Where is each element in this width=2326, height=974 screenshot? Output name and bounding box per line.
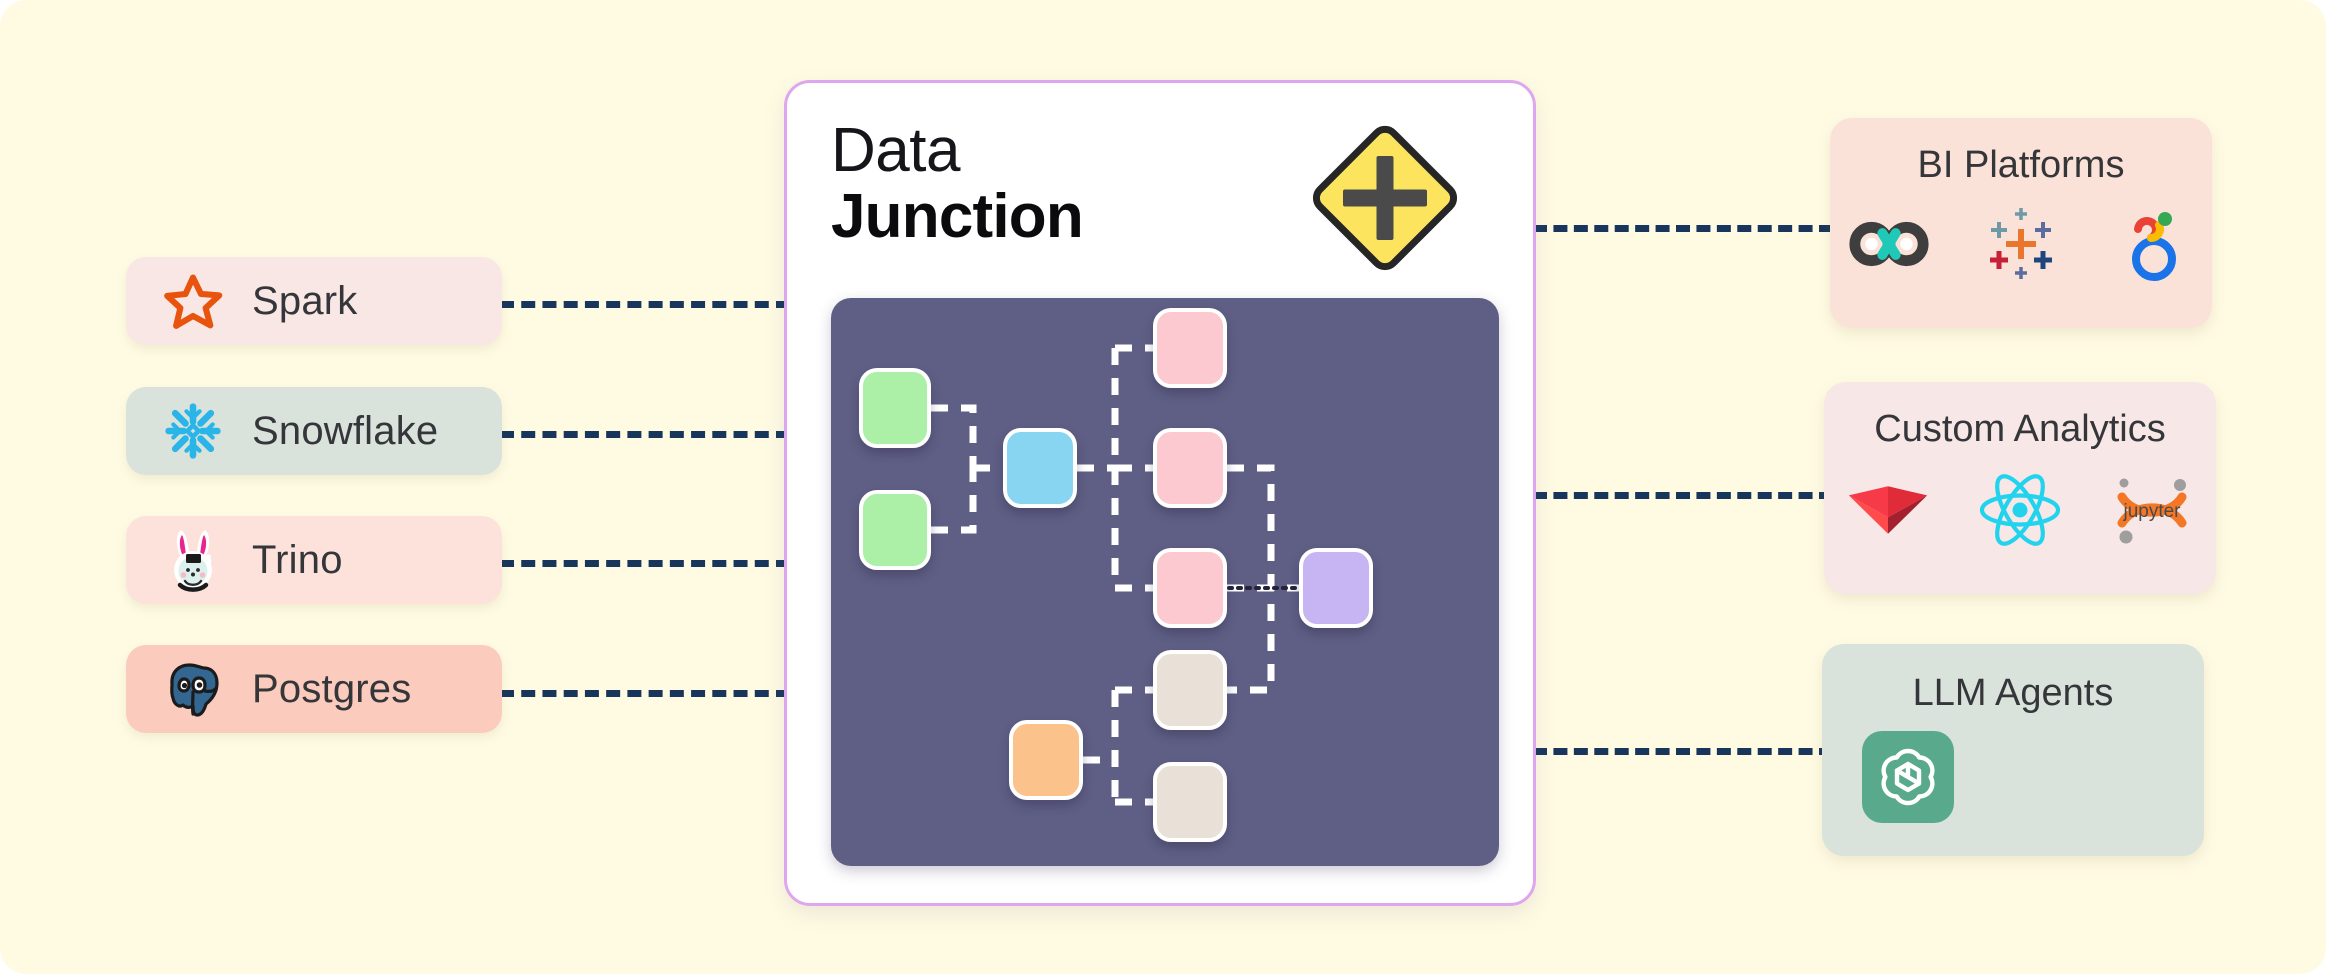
dag-node-metric-2[interactable] [1153,428,1227,508]
brand-text: Data Junction [831,115,1084,252]
destination-logos-custom-analytics: jupyter [1824,467,2216,553]
source-label-postgres: Postgres [252,666,412,711]
brand-title-line2: Junction [831,182,1084,252]
looker-studio-icon [2110,201,2196,287]
dag-graph-panel [831,298,1499,866]
connector-trino-to-junction [500,560,790,567]
dag-node-cube-2[interactable] [1153,762,1227,842]
source-label-trino: Trino [252,537,343,582]
destination-card-llm-agents[interactable]: LLM Agents [1822,644,2204,856]
source-label-snowflake: Snowflake [252,408,439,453]
connector-junction-to-bi-platforms [1533,225,1833,232]
jupyter-icon: jupyter [2109,467,2195,553]
streamlit-icon [1845,467,1931,553]
diagram-canvas: Spark Snowflake Trino Postgres Data Junc… [0,0,2326,974]
destination-logos-bi-platforms [1830,201,2212,287]
dag-node-source-1[interactable] [859,368,931,448]
destination-logos-llm-agents [1822,731,2204,823]
connector-junction-to-custom-analytics [1533,492,1833,499]
dag-node-output[interactable] [1299,548,1373,628]
dag-node-metric-1[interactable] [1153,308,1227,388]
postgres-elephant-icon [160,656,226,722]
superset-icon [1846,201,1932,287]
dag-node-metric-3[interactable] [1153,548,1227,628]
connector-junction-to-llm-agents [1533,748,1833,755]
dag-node-transform[interactable] [1003,428,1077,508]
spark-star-icon [160,268,226,334]
destination-card-custom-analytics[interactable]: Custom Analytics jupyter [1824,382,2216,594]
tableau-icon [1978,201,2064,287]
source-card-trino[interactable]: Trino [126,516,502,604]
destination-title-llm-agents: LLM Agents [1912,672,2114,714]
junction-road-sign-icon [1305,123,1465,278]
react-icon [1977,467,2063,553]
connector-spark-to-junction [500,301,790,308]
brand-row: Data Junction [831,115,1495,278]
connector-snowflake-to-junction [500,431,790,438]
destination-title-bi-platforms: BI Platforms [1917,144,2125,186]
source-card-postgres[interactable]: Postgres [126,645,502,733]
openai-icon [1862,731,1954,823]
source-label-spark: Spark [252,278,358,323]
dag-node-source-3[interactable] [1009,720,1083,800]
dag-node-source-2[interactable] [859,490,931,570]
trino-rabbit-icon [160,527,226,593]
destination-card-bi-platforms[interactable]: BI Platforms [1830,118,2212,328]
destination-title-custom-analytics: Custom Analytics [1874,408,2166,450]
source-card-snowflake[interactable]: Snowflake [126,387,502,475]
source-card-spark[interactable]: Spark [126,257,502,345]
snowflake-icon [160,398,226,464]
brand-title-line1: Data [831,116,960,185]
dag-node-cube-1[interactable] [1153,650,1227,730]
data-junction-card: Data Junction [784,80,1536,906]
svg-text:jupyter: jupyter [2122,501,2181,522]
connector-postgres-to-junction [500,690,790,697]
